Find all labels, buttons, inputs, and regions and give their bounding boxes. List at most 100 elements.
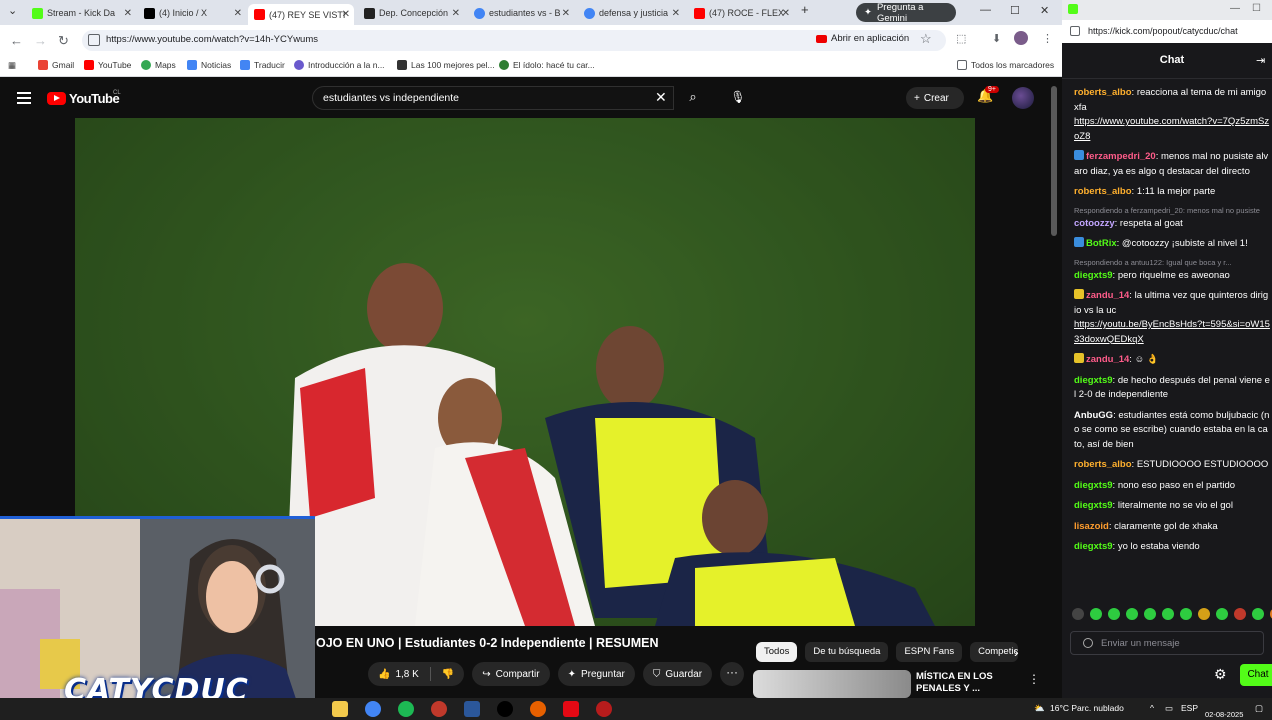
back-arrow-icon[interactable]: ← (10, 33, 23, 48)
kick-url[interactable]: https://kick.com/popout/catycduc/chat (1088, 26, 1238, 36)
share-button[interactable]: ↪ Compartir (472, 662, 550, 686)
app-icon[interactable] (596, 701, 612, 717)
chat-username[interactable]: diegxts9 (1074, 375, 1113, 386)
weather-text[interactable]: 16°C Parc. nublado (1050, 703, 1124, 713)
collapse-chat-icon[interactable]: ⇥ (1256, 54, 1265, 67)
emoji-picker-icon[interactable] (1083, 638, 1093, 648)
emote-icon[interactable] (1216, 608, 1228, 620)
reply-context[interactable]: Respondiendo a antuu122: Igual que boca … (1074, 258, 1270, 268)
word-icon[interactable] (464, 701, 480, 717)
ask-gemini-button[interactable]: ✦ Pregunta a Gemini (856, 2, 956, 24)
bookmark-maps[interactable]: Maps (141, 60, 176, 70)
bookmark-introduccion[interactable]: Introducción a la n... (294, 60, 385, 70)
site-info-icon[interactable] (1070, 26, 1080, 36)
bookmark-traducir[interactable]: Traducir (240, 60, 285, 70)
chat-username[interactable]: cotoozzy (1074, 218, 1115, 229)
youtube-search-input[interactable]: estudiantes vs independiente ✕ (312, 86, 674, 110)
chat-username[interactable]: diegxts9 (1074, 500, 1113, 511)
recommended-menu-icon[interactable]: ⋮ (1028, 672, 1040, 686)
emote-icon[interactable] (1198, 608, 1210, 620)
youtube-logo[interactable]: YouTube (47, 91, 120, 106)
weather-icon[interactable]: ⛅ (1034, 703, 1045, 714)
chat-link[interactable]: https://youtu.be/ByEncBsHds?t=595&si=oW1… (1074, 319, 1270, 345)
save-button[interactable]: ⛉ Guardar (642, 662, 713, 686)
emote-icon[interactable] (1162, 608, 1174, 620)
browser-menu-icon[interactable]: ⋮ (1042, 32, 1053, 45)
netflix-icon[interactable] (563, 701, 579, 717)
close-tab-icon[interactable]: ✕ (124, 8, 132, 19)
page-scrollbar[interactable] (1051, 86, 1057, 236)
emote-icon[interactable] (1126, 608, 1138, 620)
close-tab-icon[interactable]: ✕ (782, 8, 790, 19)
bookmark-100-peliculas[interactable]: Las 100 mejores pel... (397, 60, 495, 70)
clock[interactable]: 02-08-2025 (1205, 698, 1245, 720)
chat-username[interactable]: roberts_albo (1074, 186, 1132, 197)
tab-youtube-flex[interactable]: (47) ROCE - FLEX ✕ (688, 4, 794, 22)
more-actions-icon[interactable]: ··· (720, 662, 745, 686)
bookmark-youtube[interactable]: YouTube (84, 60, 131, 70)
obs-icon[interactable] (431, 701, 447, 717)
network-icon[interactable]: ▭ (1165, 703, 1173, 714)
chip-espn-fans[interactable]: ESPN Fans (896, 642, 963, 662)
chat-username[interactable]: AnbuGG (1074, 410, 1113, 421)
chat-username[interactable]: roberts_albo (1074, 459, 1132, 470)
extension-icon[interactable]: ⬚ (956, 32, 966, 45)
emote-icon[interactable] (1108, 608, 1120, 620)
chat-username[interactable]: roberts_albo (1074, 87, 1132, 98)
minimize-icon[interactable]: — (980, 4, 991, 16)
tab-youtube-active[interactable]: (47) REY SE VISTI ✕ (248, 4, 354, 25)
maximize-icon[interactable]: ☐ (1252, 3, 1261, 14)
bookmark-gmail[interactable]: Gmail (38, 60, 74, 70)
chat-username[interactable]: lisazoid (1074, 521, 1109, 532)
close-tab-icon[interactable]: ✕ (234, 8, 242, 19)
bookmark-noticias[interactable]: Noticias (187, 60, 231, 70)
tab-google-search-2[interactable]: defensa y justicia ✕ (578, 4, 684, 22)
tab-kick-stream[interactable]: Stream - Kick Da ✕ (26, 4, 136, 22)
tab-dep-concepcion[interactable]: Dep. Concepción ✕ (358, 4, 464, 22)
reload-icon[interactable]: ↻ (58, 33, 69, 49)
youtube-account-avatar[interactable] (1012, 87, 1034, 109)
address-bar[interactable]: https://www.youtube.com/watch?v=14h-YCYw… (82, 30, 946, 51)
emote-icon[interactable] (1072, 608, 1084, 620)
send-chat-button[interactable]: Chat (1240, 664, 1272, 686)
chat-username[interactable]: zandu_14 (1086, 354, 1129, 365)
chat-username[interactable]: ferzampedri_20 (1086, 151, 1156, 162)
apps-grid-icon[interactable]: ▦ (8, 60, 16, 71)
chat-username[interactable]: zandu_14 (1086, 290, 1129, 301)
ask-button[interactable]: ✦ Preguntar (557, 662, 635, 686)
chat-message-input[interactable]: Enviar un mensaje (1070, 631, 1264, 655)
recommended-title[interactable]: MÍSTICA EN LOS PENALES Y ... (916, 671, 1016, 695)
microphone-icon[interactable]: 🎙 (727, 86, 749, 108)
close-tab-icon[interactable]: ✕ (672, 8, 680, 19)
chevron-right-icon[interactable]: › (1014, 644, 1019, 660)
emote-icon[interactable] (1180, 608, 1192, 620)
emote-icon[interactable] (1252, 608, 1264, 620)
close-window-icon[interactable]: ✕ (1040, 4, 1049, 17)
chat-username[interactable]: diegxts9 (1074, 480, 1113, 491)
tab-x-home[interactable]: (4) Inicio / X ✕ (138, 4, 246, 22)
profile-avatar[interactable] (1014, 31, 1028, 45)
reply-context[interactable]: Respondiendo a ferzampedri_20: menos mal… (1074, 206, 1270, 216)
recommended-thumbnail[interactable] (753, 670, 911, 698)
bookmark-star-icon[interactable]: ☆ (920, 31, 932, 47)
hamburger-menu-icon[interactable] (17, 92, 31, 104)
search-icon[interactable]: ⌕ (676, 86, 710, 110)
maximize-icon[interactable]: ☐ (1010, 4, 1020, 17)
like-button[interactable]: 👍 1,8 K 👎 (368, 662, 465, 686)
bookmark-idolo[interactable]: El ídolo: hacé tu car... (499, 60, 595, 70)
close-tab-icon[interactable]: ✕ (562, 8, 570, 19)
tab-google-search[interactable]: estudiantes vs - B ✕ (468, 4, 574, 22)
firefox-icon[interactable] (530, 701, 546, 717)
clear-search-icon[interactable]: ✕ (655, 89, 667, 106)
notifications-icon[interactable]: ▢ (1255, 703, 1263, 714)
language-indicator[interactable]: ESP (1181, 703, 1198, 713)
chat-link[interactable]: https://www.youtube.com/watch?v=7Qz5zmSz… (1074, 116, 1269, 142)
thumbs-down-icon[interactable]: 👎 (442, 669, 454, 680)
chip-de-tu-busqueda[interactable]: De tu búsqueda (805, 642, 889, 662)
search-query[interactable]: estudiantes vs independiente (323, 92, 459, 104)
file-explorer-icon[interactable] (332, 701, 348, 717)
tray-chevron-icon[interactable]: ^ (1150, 703, 1154, 713)
open-in-app-button[interactable]: Abrir en aplicación (816, 33, 909, 44)
emote-icon[interactable] (1144, 608, 1156, 620)
chip-todos[interactable]: Todos (756, 642, 798, 662)
